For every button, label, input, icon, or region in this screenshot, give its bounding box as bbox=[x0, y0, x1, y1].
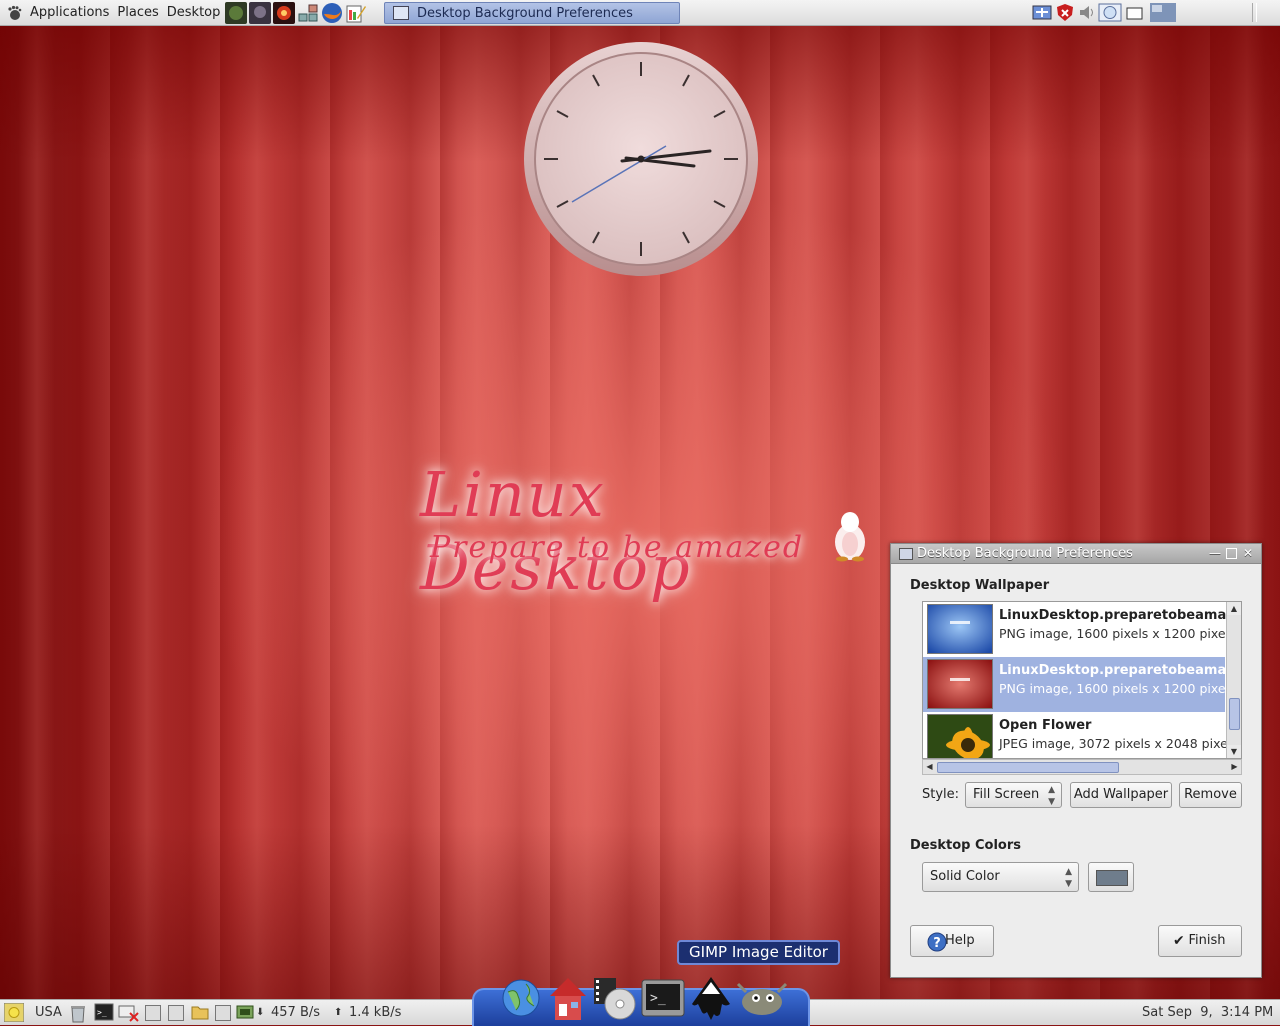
drive-icon[interactable] bbox=[145, 1005, 161, 1021]
taskbar-window-button[interactable]: Desktop Background Preferences bbox=[384, 2, 680, 24]
maximize-button[interactable] bbox=[1226, 548, 1237, 559]
drive-icon[interactable] bbox=[215, 1005, 231, 1021]
keyboard-layout-indicator[interactable]: USA bbox=[35, 1004, 62, 1021]
wallpaper-section-title: Desktop Wallpaper bbox=[910, 578, 1050, 593]
top-panel: Applications Places Desktop Desktop Back… bbox=[0, 0, 1280, 26]
wallpaper-thumbnail bbox=[927, 604, 993, 654]
wallpaper-thumbnail bbox=[927, 659, 993, 709]
background-preferences-dialog: Desktop Background Preferences — ✕ Deskt… bbox=[890, 543, 1262, 978]
scrollbar-thumb[interactable] bbox=[937, 762, 1119, 773]
game-icon-3[interactable] bbox=[273, 1, 296, 24]
svg-text:>_: >_ bbox=[650, 991, 666, 1006]
gnome-foot-icon[interactable] bbox=[6, 5, 22, 21]
editor-icon[interactable] bbox=[345, 2, 367, 24]
wallpaper-list-item[interactable]: Open Flower JPEG image, 3072 pixels x 20… bbox=[923, 712, 1228, 758]
menu-places[interactable]: Places bbox=[113, 0, 162, 25]
disconnect-icon[interactable] bbox=[118, 1003, 140, 1023]
wallpaper-list[interactable]: LinuxDesktop.preparetobeama PNG image, 1… bbox=[922, 601, 1242, 759]
color-mode-value: Solid Color bbox=[930, 869, 1000, 884]
wallpaper-list-vertical-scrollbar[interactable]: ▲ ▼ bbox=[1226, 602, 1241, 758]
wallpaper-list-item-selected[interactable]: LinuxDesktop.preparetobeama PNG image, 1… bbox=[923, 657, 1227, 712]
clock-display[interactable]: Sat Sep 9, 3:14 PM bbox=[1142, 1004, 1273, 1021]
svg-text:?: ? bbox=[933, 936, 941, 951]
wallpaper-name: LinuxDesktop.preparetobeama bbox=[999, 608, 1227, 623]
updown-arrows-icon: ▲ ▼ bbox=[1065, 867, 1072, 889]
finish-button[interactable]: ✔ Finish bbox=[1158, 925, 1242, 957]
style-label: Style: bbox=[922, 787, 960, 802]
style-dropdown[interactable]: Fill Screen ▲ ▼ bbox=[965, 782, 1062, 808]
scroll-right-icon[interactable]: ▶ bbox=[1228, 760, 1241, 774]
color-picker-button[interactable] bbox=[1088, 862, 1134, 892]
network-card-icon[interactable] bbox=[236, 1004, 254, 1020]
media-player-icon[interactable] bbox=[592, 974, 638, 1022]
download-arrow-icon: ⬇ bbox=[256, 1007, 265, 1018]
finish-label: Finish bbox=[1188, 933, 1226, 948]
inkscape-icon[interactable] bbox=[686, 974, 736, 1024]
wallpaper-list-horizontal-scrollbar[interactable]: ◀ ▶ bbox=[922, 759, 1242, 775]
menu-applications[interactable]: Applications bbox=[26, 0, 113, 25]
style-value: Fill Screen bbox=[973, 787, 1040, 802]
upload-rate: 1.4 kB/s bbox=[349, 1005, 402, 1020]
drive-icon[interactable] bbox=[168, 1005, 184, 1021]
wallpaper-meta: JPEG image, 3072 pixels x 2048 pixe bbox=[999, 736, 1228, 751]
menu-desktop[interactable]: Desktop bbox=[163, 0, 225, 25]
wallpaper-meta: PNG image, 1600 pixels x 1200 pixe bbox=[999, 626, 1226, 641]
add-wallpaper-button[interactable]: Add Wallpaper bbox=[1070, 782, 1172, 808]
panel-handle bbox=[1252, 3, 1257, 22]
tux-logo bbox=[835, 512, 865, 562]
color-mode-dropdown[interactable]: Solid Color ▲ ▼ bbox=[922, 862, 1079, 892]
help-button[interactable]: ? Help bbox=[910, 925, 994, 957]
trash-icon[interactable] bbox=[68, 1003, 88, 1023]
wallpaper-list-item[interactable]: LinuxDesktop.preparetobeama PNG image, 1… bbox=[923, 602, 1227, 657]
colors-section-title: Desktop Colors bbox=[910, 838, 1021, 853]
wallpaper-name: Open Flower bbox=[999, 718, 1092, 733]
network-icon[interactable] bbox=[297, 2, 319, 24]
dialog-titlebar[interactable]: Desktop Background Preferences — ✕ bbox=[891, 544, 1261, 564]
workspace-icon[interactable] bbox=[1150, 3, 1176, 22]
folder-icon[interactable] bbox=[191, 1004, 209, 1020]
help-icon: ? bbox=[927, 932, 947, 952]
terminal-icon[interactable]: >_ bbox=[640, 974, 686, 1020]
checkmark-icon: ✔ bbox=[1173, 933, 1185, 949]
game-icon-2[interactable] bbox=[249, 1, 272, 24]
weather-sun-icon[interactable] bbox=[4, 1003, 24, 1022]
game-icon-1[interactable] bbox=[225, 1, 248, 24]
shield-icon[interactable] bbox=[1055, 3, 1075, 22]
firefox-icon[interactable] bbox=[321, 2, 343, 24]
taskbar-window-label: Desktop Background Preferences bbox=[417, 5, 633, 21]
scroll-left-icon[interactable]: ◀ bbox=[923, 760, 936, 774]
wallpaper-thumbnail bbox=[927, 714, 993, 758]
wallpaper-name: LinuxDesktop.preparetobeama bbox=[999, 663, 1227, 678]
dialog-title: Desktop Background Preferences bbox=[917, 546, 1133, 561]
upload-arrow-icon: ⬆ bbox=[334, 1007, 343, 1018]
window-icon bbox=[899, 548, 913, 560]
help-label: Help bbox=[945, 933, 975, 948]
applet-icon[interactable] bbox=[1031, 3, 1053, 22]
show-desktop-icon[interactable] bbox=[1126, 3, 1144, 22]
close-button[interactable]: ✕ bbox=[1242, 547, 1254, 559]
globe-icon[interactable] bbox=[500, 974, 542, 1018]
updown-arrows-icon: ▲ ▼ bbox=[1048, 785, 1055, 807]
analog-clock-widget bbox=[524, 42, 758, 276]
network-monitor-icon[interactable] bbox=[1098, 3, 1122, 22]
volume-icon[interactable] bbox=[1077, 3, 1097, 22]
home-icon[interactable] bbox=[546, 974, 590, 1022]
wallpaper-subtitle: Prepare to be amazed bbox=[430, 530, 805, 565]
scroll-down-icon[interactable]: ▼ bbox=[1227, 745, 1241, 758]
scrollbar-thumb[interactable] bbox=[1229, 698, 1240, 730]
svg-text:>_: >_ bbox=[97, 1008, 107, 1017]
remove-button[interactable]: Remove bbox=[1179, 782, 1242, 808]
minimize-button[interactable]: — bbox=[1209, 547, 1221, 559]
color-swatch bbox=[1096, 870, 1128, 886]
download-rate: 457 B/s bbox=[271, 1005, 321, 1020]
dock-tooltip: GIMP Image Editor bbox=[677, 940, 840, 965]
terminal-small-icon[interactable]: >_ bbox=[94, 1003, 114, 1022]
window-icon bbox=[393, 6, 409, 20]
wallpaper-meta: PNG image, 1600 pixels x 1200 pixe bbox=[999, 681, 1226, 696]
scroll-up-icon[interactable]: ▲ bbox=[1227, 602, 1241, 615]
gimp-icon[interactable] bbox=[736, 974, 788, 1020]
